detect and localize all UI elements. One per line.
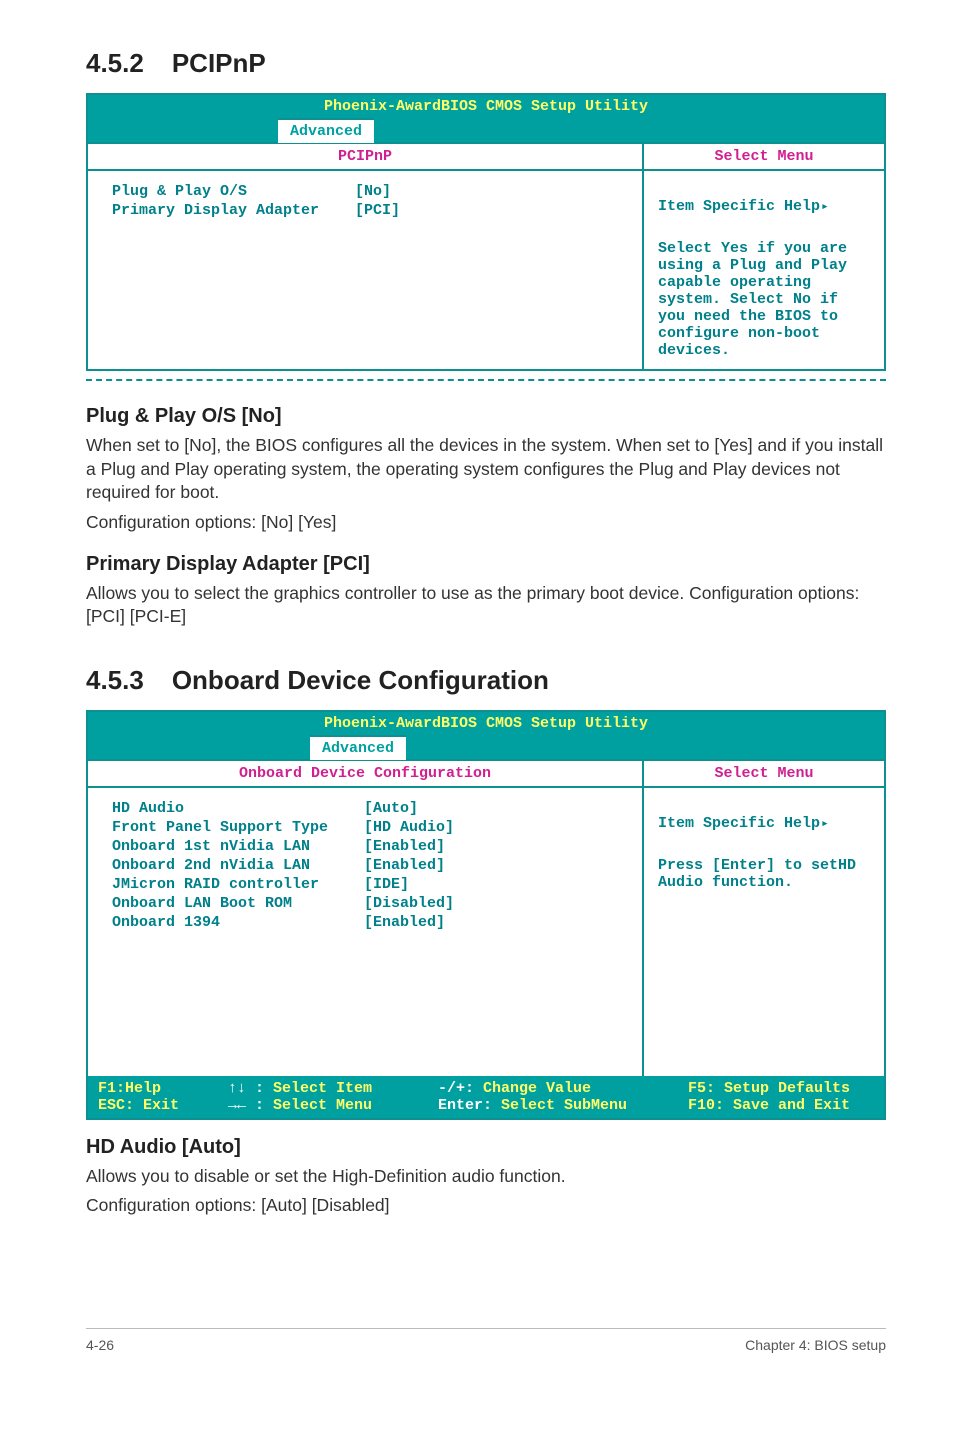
bios-body: Plug & Play O/S [No] Primary Display Ada…	[88, 169, 884, 369]
setting-label: Onboard 1st nVidia LAN	[112, 838, 336, 855]
keyhint: F1:Help	[98, 1080, 228, 1097]
setting-value: [Enabled]	[338, 857, 462, 874]
section-4-5-3-heading: 4.5.3 Onboard Device Configuration	[86, 665, 886, 696]
section-number: 4.5.3	[86, 665, 144, 696]
keyhint: →← : Select Menu	[228, 1097, 438, 1114]
keyhint: -/+: Change Value	[438, 1080, 688, 1097]
setting-row: Onboard 1394[Enabled]	[112, 914, 462, 931]
setting-label: HD Audio	[112, 800, 336, 817]
bios-settings-list: HD Audio[Auto] Front Panel Support Type[…	[88, 788, 644, 1076]
bios-panel-onboard: Phoenix-AwardBIOS CMOS Setup Utility Adv…	[86, 710, 886, 1120]
bios-tab-row: Advanced	[88, 118, 884, 142]
setting-row: Primary Display Adapter [PCI]	[112, 202, 408, 219]
setting-value: [No]	[329, 183, 408, 200]
setting-row: Onboard 2nd nVidia LAN[Enabled]	[112, 857, 462, 874]
section-4-5-2-heading: 4.5.2 PCIPnP	[86, 48, 886, 79]
bios-tab-advanced: Advanced	[278, 118, 374, 143]
bios-tab-row: Advanced	[88, 735, 884, 759]
page-footer: 4-26 Chapter 4: BIOS setup	[86, 1328, 886, 1353]
setting-value: [Enabled]	[338, 914, 462, 931]
setting-label: Primary Display Adapter	[112, 202, 327, 219]
keyhint: F5: Setup Defaults	[688, 1080, 874, 1097]
help-body: Select Yes if you are using a Plug and P…	[658, 240, 847, 359]
keyhint: F10: Save and Exit	[688, 1097, 874, 1114]
help-heading: Item Specific Help	[658, 198, 829, 215]
bios-settings-list: Plug & Play O/S [No] Primary Display Ada…	[88, 171, 644, 369]
setting-label: Onboard LAN Boot ROM	[112, 895, 336, 912]
bios-panel-pcipnp: Phoenix-AwardBIOS CMOS Setup Utility Adv…	[86, 93, 886, 371]
section-title: PCIPnP	[172, 48, 266, 78]
bios-pane-title: Onboard Device Configuration	[88, 761, 644, 786]
paragraph: Configuration options: [Auto] [Disabled]	[86, 1194, 886, 1218]
paragraph: When set to [No], the BIOS configures al…	[86, 434, 886, 505]
setting-label: Onboard 2nd nVidia LAN	[112, 857, 336, 874]
paragraph: Allows you to disable or set the High-De…	[86, 1165, 886, 1189]
keyhint: ESC: Exit	[98, 1097, 228, 1114]
bios-title: Phoenix-AwardBIOS CMOS Setup Utility	[88, 712, 884, 735]
keyhint: ↑↓ : Select Item	[228, 1080, 438, 1097]
subheading-primary-display: Primary Display Adapter [PCI]	[86, 553, 886, 576]
bios-help-pane: Item Specific Help Press [Enter] to setH…	[644, 788, 884, 1076]
bios-title: Phoenix-AwardBIOS CMOS Setup Utility	[88, 95, 884, 118]
bios-body: HD Audio[Auto] Front Panel Support Type[…	[88, 786, 884, 1076]
setting-label: Onboard 1394	[112, 914, 336, 931]
help-heading: Item Specific Help	[658, 815, 829, 832]
chapter-label: Chapter 4: BIOS setup	[745, 1337, 886, 1353]
bios-help-pane: Item Specific Help Select Yes if you are…	[644, 171, 884, 369]
setting-value: [HD Audio]	[338, 819, 462, 836]
subheading-hd-audio: HD Audio [Auto]	[86, 1136, 886, 1159]
setting-value: [Disabled]	[338, 895, 462, 912]
keyhint: Enter: Select SubMenu	[438, 1097, 688, 1114]
page-number: 4-26	[86, 1337, 114, 1353]
setting-value: [PCI]	[329, 202, 408, 219]
setting-row: Onboard 1st nVidia LAN[Enabled]	[112, 838, 462, 855]
subheading-plug-and-play: Plug & Play O/S [No]	[86, 405, 886, 428]
setting-row: Onboard LAN Boot ROM[Disabled]	[112, 895, 462, 912]
paragraph: Configuration options: [No] [Yes]	[86, 511, 886, 535]
bios-header-row: Onboard Device Configuration Select Menu	[88, 759, 884, 786]
dashed-separator	[86, 379, 886, 381]
setting-row: HD Audio[Auto]	[112, 800, 462, 817]
bios-help-title-header: Select Menu	[644, 761, 884, 786]
setting-value: [IDE]	[338, 876, 462, 893]
section-title: Onboard Device Configuration	[172, 665, 549, 695]
bios-keyhint-footer: F1:Help ESC: Exit ↑↓ : Select Item →← : …	[88, 1076, 884, 1118]
setting-row: Plug & Play O/S [No]	[112, 183, 408, 200]
setting-value: [Enabled]	[338, 838, 462, 855]
setting-label: Front Panel Support Type	[112, 819, 336, 836]
section-number: 4.5.2	[86, 48, 144, 79]
bios-header-row: PCIPnP Select Menu	[88, 142, 884, 169]
bios-help-title-header: Select Menu	[644, 144, 884, 169]
setting-row: Front Panel Support Type[HD Audio]	[112, 819, 462, 836]
paragraph: Allows you to select the graphics contro…	[86, 582, 886, 629]
bios-pane-title: PCIPnP	[88, 144, 644, 169]
help-body: Press [Enter] to setHD Audio function.	[658, 857, 856, 891]
setting-row: JMicron RAID controller[IDE]	[112, 876, 462, 893]
setting-value: [Auto]	[338, 800, 462, 817]
bios-tab-advanced: Advanced	[310, 735, 406, 760]
setting-label: Plug & Play O/S	[112, 183, 327, 200]
setting-label: JMicron RAID controller	[112, 876, 336, 893]
